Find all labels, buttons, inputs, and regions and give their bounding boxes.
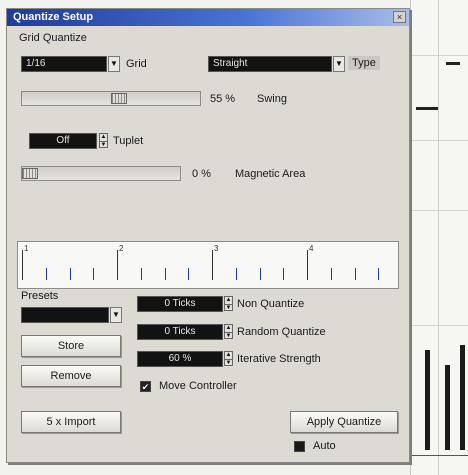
spin-arrows-icon[interactable]: ▲ ▼ xyxy=(224,351,233,366)
spin-arrows-icon[interactable]: ▲ ▼ xyxy=(224,324,233,339)
swing-label: Swing xyxy=(257,93,287,105)
ruler-tick xyxy=(93,268,94,280)
ruler-beat-label: 3 xyxy=(214,244,219,253)
ruler-tick xyxy=(331,268,332,280)
swing-slider[interactable] xyxy=(21,91,201,106)
random-quantize-label: Random Quantize xyxy=(237,326,326,338)
import-button[interactable]: 5 x Import xyxy=(21,411,121,433)
auto-label: Auto xyxy=(313,440,336,452)
ruler-tick xyxy=(22,250,23,280)
ruler-tick xyxy=(70,268,71,280)
background-gridline xyxy=(410,210,468,211)
magnetic-area-value: 0 % xyxy=(192,168,211,180)
presets-select[interactable] xyxy=(21,307,109,323)
grid-label: Grid xyxy=(126,58,147,70)
background-velocity-bar xyxy=(460,345,465,450)
background-gridline xyxy=(438,0,439,475)
ruler-tick xyxy=(165,268,166,280)
ruler-tick xyxy=(141,268,142,280)
non-quantize-label: Non Quantize xyxy=(237,298,305,310)
background-gridline xyxy=(410,325,468,326)
background-note xyxy=(446,62,460,65)
magnetic-area-label: Magnetic Area xyxy=(235,168,306,180)
background-velocity-bar xyxy=(445,365,450,450)
ruler-tick xyxy=(260,268,261,280)
chevron-down-icon[interactable]: ▼ xyxy=(110,307,122,323)
chevron-down-icon[interactable]: ▼ xyxy=(333,56,345,72)
ruler-tick xyxy=(212,250,213,280)
ruler-tick xyxy=(188,268,189,280)
ruler-tick xyxy=(283,268,284,280)
swing-slider-thumb[interactable] xyxy=(111,93,127,104)
type-select[interactable]: Straight xyxy=(208,56,332,72)
iterative-strength-field[interactable]: 60 % xyxy=(137,351,223,367)
background-gridline xyxy=(410,55,468,56)
magnetic-area-slider[interactable] xyxy=(21,166,181,181)
tuplet-field[interactable]: Off xyxy=(29,133,97,149)
type-label: Type xyxy=(348,56,380,70)
ruler-tick xyxy=(355,268,356,280)
random-quantize-field[interactable]: 0 Ticks xyxy=(137,324,223,340)
quantize-setup-dialog: Quantize Setup × Grid Quantize 1/16 ▼ Gr… xyxy=(6,8,410,463)
background-baseline xyxy=(410,455,468,456)
ruler-beat-label: 2 xyxy=(119,244,124,253)
apply-quantize-button[interactable]: Apply Quantize xyxy=(290,411,398,433)
grid-quantize-label: Grid Quantize xyxy=(19,32,87,44)
background-gridline xyxy=(410,140,468,141)
non-quantize-field[interactable]: 0 Ticks xyxy=(137,296,223,312)
magnetic-area-slider-thumb[interactable] xyxy=(22,168,38,179)
store-button[interactable]: Store xyxy=(21,335,121,357)
dialog-title: Quantize Setup xyxy=(13,11,94,23)
ruler-beat-label: 1 xyxy=(24,244,29,253)
auto-checkbox[interactable] xyxy=(294,441,305,452)
iterative-strength-label: Iterative Strength xyxy=(237,353,321,365)
spin-arrows-icon[interactable]: ▲ ▼ xyxy=(224,296,233,311)
ruler-tick xyxy=(307,250,308,280)
presets-label: Presets xyxy=(21,290,59,302)
move-controller-label: Move Controller xyxy=(159,380,237,392)
grid-select[interactable]: 1/16 xyxy=(21,56,107,72)
remove-button[interactable]: Remove xyxy=(21,365,121,387)
title-bar[interactable]: Quantize Setup × xyxy=(7,9,409,26)
tuplet-label: Tuplet xyxy=(113,135,144,147)
spin-arrows-icon[interactable]: ▲ ▼ xyxy=(99,133,108,148)
check-icon[interactable]: ✔ xyxy=(140,381,151,392)
ruler-tick xyxy=(46,268,47,280)
background-note xyxy=(416,107,438,110)
chevron-down-icon[interactable]: ▼ xyxy=(108,56,120,72)
ruler-tick xyxy=(236,268,237,280)
background-velocity-bar xyxy=(425,350,430,450)
ruler-tick xyxy=(378,268,379,280)
close-icon[interactable]: × xyxy=(393,11,406,23)
ruler-tick xyxy=(117,250,118,280)
swing-value: 55 % xyxy=(210,93,236,105)
ruler-beat-label: 4 xyxy=(309,244,314,253)
quantize-grid-ruler[interactable]: 1 2 3 4 xyxy=(17,241,399,289)
